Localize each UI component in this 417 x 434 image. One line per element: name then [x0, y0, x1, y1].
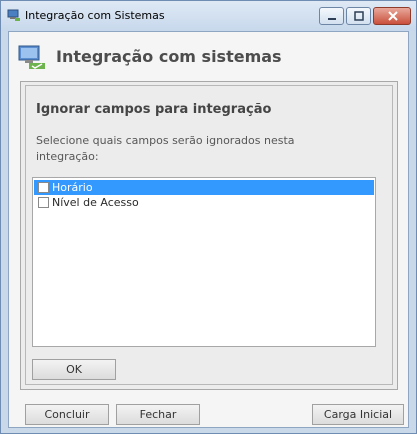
close-button[interactable]: [373, 7, 411, 25]
monitor-check-icon: [18, 45, 45, 69]
minimize-button[interactable]: [319, 7, 344, 25]
dialog-content: Integração com sistemas Ignorar campos p…: [8, 31, 409, 428]
concluir-button[interactable]: Concluir: [25, 404, 109, 425]
dialog-window: Integração com Sistemas Integração com s…: [0, 0, 417, 434]
section-title: Ignorar campos para integração: [36, 102, 272, 117]
page-title: Integração com sistemas: [56, 47, 282, 66]
title-bar: Integração com Sistemas: [1, 1, 416, 31]
fields-panel: Ignorar campos para integração Selecione…: [20, 81, 398, 390]
window-title: Integração com Sistemas: [25, 9, 165, 22]
maximize-button[interactable]: [346, 7, 371, 25]
field-checkbox[interactable]: [38, 197, 49, 208]
fields-group: Ignorar campos para integração Selecione…: [25, 85, 393, 385]
minimize-icon: [328, 18, 336, 20]
field-checkbox[interactable]: [38, 182, 49, 193]
field-label: Horário: [52, 181, 93, 194]
maximize-icon: [354, 11, 364, 21]
section-description: Selecione quais campos serão ignorados n…: [36, 134, 295, 163]
list-item[interactable]: Horário: [34, 180, 374, 195]
carga-inicial-button[interactable]: Carga Inicial: [312, 404, 404, 425]
list-item[interactable]: Nível de Acesso: [34, 195, 374, 210]
fechar-button[interactable]: Fechar: [116, 404, 200, 425]
app-icon: [7, 9, 20, 21]
field-label: Nível de Acesso: [52, 196, 139, 209]
ok-button[interactable]: OK: [32, 359, 116, 380]
close-icon: [388, 11, 398, 21]
fields-listbox[interactable]: Horário Nível de Acesso: [32, 177, 376, 347]
